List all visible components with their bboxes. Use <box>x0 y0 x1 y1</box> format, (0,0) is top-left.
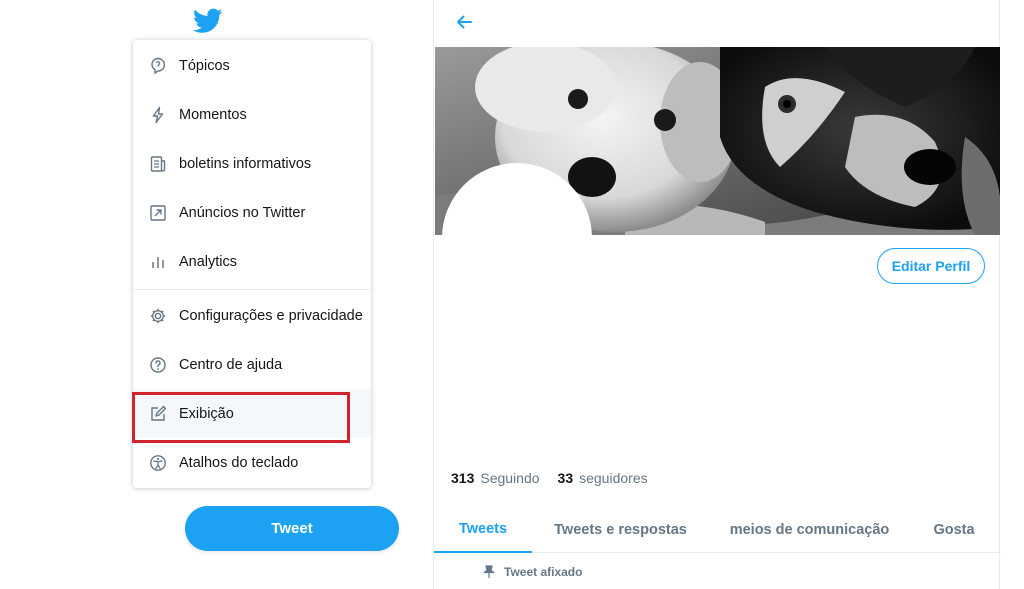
tab-likes[interactable]: Gosta <box>924 506 984 553</box>
page: Tópicos Momentos boletins informativos A… <box>0 0 1024 589</box>
menu-item-label: Momentos <box>179 106 247 123</box>
followers-label: seguidores <box>579 470 648 486</box>
menu-item-analytics[interactable]: Analytics <box>133 237 371 286</box>
menu-item-twitter-ads[interactable]: Anúncios no Twitter <box>133 188 371 237</box>
newsletter-icon <box>149 155 167 173</box>
topics-icon <box>149 57 167 75</box>
lightning-icon <box>149 106 167 124</box>
tweet-button[interactable]: Tweet <box>185 506 399 551</box>
menu-item-label: Analytics <box>179 253 238 270</box>
menu-item-label: Configurações e privacidade <box>179 307 363 324</box>
back-arrow-icon[interactable] <box>454 12 474 32</box>
menu-item-help-center[interactable]: Centro de ajuda <box>133 340 371 389</box>
tab-tweets[interactable]: Tweets <box>434 506 532 553</box>
tab-media[interactable]: meios de comunicação <box>722 506 897 553</box>
menu-item-label: boletins informativos <box>179 155 312 172</box>
menu-item-label: Atalhos do teclado <box>179 454 299 471</box>
pinned-tweet-label: Tweet afixado <box>482 565 582 579</box>
menu-item-label: Tópicos <box>179 57 230 74</box>
gear-icon <box>149 307 167 325</box>
following-stat[interactable]: 313 Seguindo <box>451 470 540 486</box>
menu-item-label: Centro de ajuda <box>179 356 283 373</box>
annotation-highlight-box <box>132 392 350 443</box>
profile-tabs: Tweets Tweets e respostas meios de comun… <box>434 506 1001 553</box>
menu-item-newsletters[interactable]: boletins informativos <box>133 139 371 188</box>
menu-item-settings[interactable]: Configurações e privacidade <box>133 291 371 340</box>
pin-icon <box>483 565 495 578</box>
bar-chart-icon <box>149 253 167 271</box>
following-count: 313 <box>451 470 475 486</box>
edit-profile-button[interactable]: Editar Perfil <box>877 248 985 284</box>
following-label: Seguindo <box>480 470 540 486</box>
tab-tweets-and-replies[interactable]: Tweets e respostas <box>544 506 697 553</box>
profile-column: Editar Perfil 313 Seguindo 33 seguidores T… <box>433 0 1001 589</box>
external-arrow-icon <box>149 204 167 222</box>
menu-item-label: Anúncios no Twitter <box>179 204 306 221</box>
pinned-text: Tweet afixado <box>504 565 583 579</box>
help-icon <box>149 356 167 374</box>
menu-item-topicos[interactable]: Tópicos <box>133 41 371 90</box>
menu-divider <box>133 289 371 290</box>
followers-count: 33 <box>557 470 574 486</box>
follow-stats: 313 Seguindo 33 seguidores <box>451 470 648 486</box>
followers-stat[interactable]: 33 seguidores <box>558 470 648 486</box>
avatar[interactable] <box>442 163 592 313</box>
accessibility-icon <box>149 454 167 472</box>
twitter-bird-icon[interactable] <box>192 8 223 34</box>
menu-item-momentos[interactable]: Momentos <box>133 90 371 139</box>
menu-item-keyboard-shortcuts[interactable]: Atalhos do teclado <box>133 438 371 487</box>
